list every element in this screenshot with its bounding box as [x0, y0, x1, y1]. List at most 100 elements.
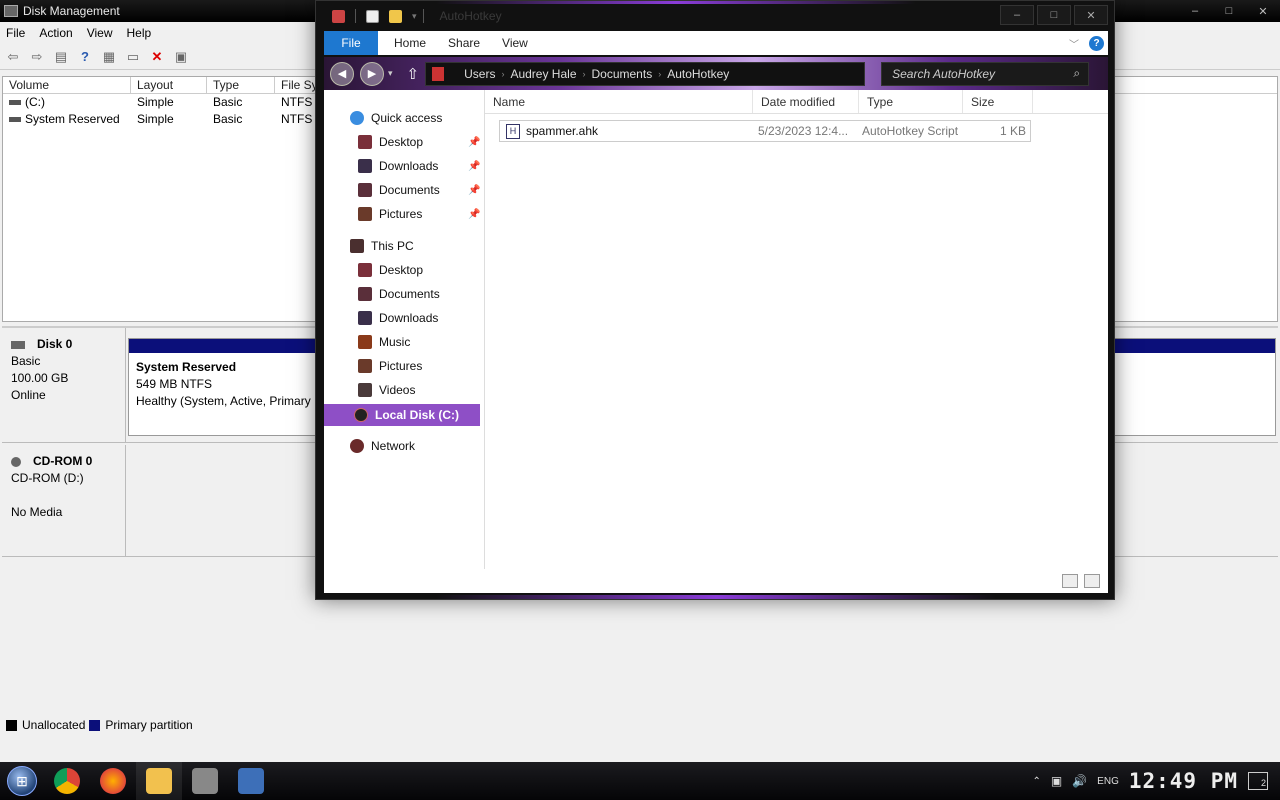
show-hidden-icons[interactable]: ⌃ [1032, 776, 1040, 787]
chevron-right-icon[interactable]: › [583, 69, 586, 79]
status-bar [324, 569, 1108, 593]
music-icon [358, 335, 372, 349]
nav-label: Videos [379, 383, 416, 397]
explorer-window: ▾ AutoHotkey – □ ✕ File Home Share View … [315, 0, 1115, 600]
notification-count: 2 [1260, 778, 1266, 788]
taskbar-app-4[interactable] [182, 762, 228, 800]
up-button[interactable]: ⇧ [407, 65, 420, 83]
back-icon[interactable]: ⇦ [4, 49, 22, 65]
tab-view[interactable]: View [502, 36, 528, 50]
disk-status: Online [11, 388, 46, 402]
expand-ribbon-icon[interactable]: ﹀ [1069, 36, 1079, 51]
close-button[interactable]: ✕ [1074, 5, 1108, 25]
pin-icon[interactable]: 📌 [468, 137, 480, 148]
col-size[interactable]: Size [963, 90, 1033, 113]
search-icon[interactable]: ⌕ [1073, 66, 1080, 81]
nav-pc-videos[interactable]: Videos [358, 380, 415, 400]
nav-label: Pictures [379, 207, 423, 221]
properties-qa-icon[interactable] [366, 9, 379, 23]
downloads-icon [358, 311, 372, 325]
tab-share[interactable]: Share [448, 36, 480, 50]
windows-logo-icon: ⊞ [7, 766, 37, 796]
nav-qa-desktop[interactable]: Desktop 📌 [358, 132, 480, 152]
crumb-user[interactable]: Audrey Hale [510, 67, 576, 81]
nav-pc-music[interactable]: Music [358, 332, 410, 352]
help-icon[interactable]: ? [76, 49, 94, 65]
search-input[interactable]: Search AutoHotkey ⌕ [881, 61, 1090, 86]
minimize-button[interactable]: – [1000, 5, 1034, 25]
col-layout[interactable]: Layout [131, 77, 207, 93]
close-button[interactable]: ✕ [1246, 5, 1280, 18]
delete-icon[interactable]: ✕ [148, 49, 166, 65]
nav-qa-documents[interactable]: Documents 📌 [358, 180, 480, 200]
minimize-button[interactable]: – [1178, 5, 1212, 18]
taskbar-chrome[interactable] [44, 762, 90, 800]
help-icon[interactable]: ? [1089, 35, 1104, 51]
col-type[interactable]: Type [207, 77, 275, 93]
file-name: spammer.ahk [526, 124, 599, 138]
back-button[interactable]: ◀ [330, 61, 354, 86]
col-volume[interactable]: Volume [3, 77, 131, 93]
col-date-modified[interactable]: Date modified [753, 90, 859, 113]
menu-action[interactable]: Action [39, 26, 72, 40]
settings-icon[interactable]: ▣ [172, 49, 190, 65]
file-row[interactable]: H spammer.ahk 5/23/2023 12:4... AutoHotk… [499, 120, 1031, 142]
notification-center-icon[interactable]: 2 [1248, 772, 1268, 790]
connect-icon[interactable]: ▭ [124, 49, 142, 65]
tab-home[interactable]: Home [394, 36, 426, 50]
menu-help[interactable]: Help [127, 26, 152, 40]
nav-pc-desktop[interactable]: Desktop [358, 260, 423, 280]
chevron-right-icon[interactable]: › [501, 69, 504, 79]
installer-icon [192, 768, 218, 794]
start-button[interactable]: ⊞ [0, 762, 44, 800]
cdrom-label[interactable]: CD-ROM 0 CD-ROM (D:) No Media [2, 445, 126, 556]
network-icon [350, 439, 364, 453]
new-folder-qa-icon[interactable] [389, 9, 402, 23]
nav-network[interactable]: Network [350, 436, 415, 456]
language-indicator[interactable]: ENG [1097, 776, 1119, 787]
tab-file[interactable]: File [324, 31, 378, 55]
nav-qa-downloads[interactable]: Downloads 📌 [358, 156, 480, 176]
maximize-button[interactable]: □ [1037, 5, 1071, 25]
maximize-button[interactable]: □ [1212, 5, 1246, 18]
taskbar-firefox[interactable] [90, 762, 136, 800]
menu-file[interactable]: File [6, 26, 25, 40]
console-tree-icon[interactable]: ▤ [52, 49, 70, 65]
nav-label: Downloads [379, 159, 439, 173]
large-icons-view-icon[interactable] [1084, 574, 1100, 588]
pin-icon[interactable]: 📌 [468, 185, 480, 196]
col-type[interactable]: Type [859, 90, 963, 113]
taskbar-explorer[interactable] [136, 762, 182, 800]
nav-qa-pictures[interactable]: Pictures 📌 [358, 204, 480, 224]
address-bar[interactable]: Users › Audrey Hale › Documents › AutoHotke… [425, 61, 866, 86]
crumb-documents[interactable]: Documents [592, 67, 653, 81]
clock[interactable]: 12:49 PM [1129, 769, 1238, 793]
crumb-autohotkey[interactable]: AutoHotkey [667, 67, 729, 81]
recent-locations-icon[interactable]: ▾ [388, 68, 393, 79]
volume-icon[interactable]: 🔊 [1072, 774, 1087, 788]
nav-local-disk[interactable]: Local Disk (C:) [324, 404, 480, 426]
documents-icon [358, 183, 372, 197]
network-tray-icon[interactable]: ▣ [1051, 774, 1062, 788]
drive-icon [354, 408, 368, 422]
nav-pc-documents[interactable]: Documents [358, 284, 440, 304]
nav-quick-access[interactable]: Quick access [350, 108, 442, 128]
menu-view[interactable]: View [87, 26, 113, 40]
crumb-users[interactable]: Users [464, 67, 495, 81]
disk-0-label[interactable]: Disk 0 Basic 100.00 GB Online [2, 328, 126, 442]
taskbar-app-5[interactable] [228, 762, 274, 800]
pin-icon[interactable]: 📌 [468, 161, 480, 172]
forward-icon[interactable]: ⇨ [28, 49, 46, 65]
col-name[interactable]: Name [485, 90, 753, 113]
nav-pc-pictures[interactable]: Pictures [358, 356, 422, 376]
star-icon [350, 111, 364, 125]
details-view-icon[interactable] [1062, 574, 1078, 588]
pin-icon[interactable]: 📌 [468, 209, 480, 220]
nav-this-pc[interactable]: This PC [350, 236, 414, 256]
chevron-right-icon[interactable]: › [658, 69, 661, 79]
forward-button[interactable]: ▶ [360, 61, 384, 86]
customize-qa-icon[interactable]: ▾ [412, 11, 417, 22]
nav-pc-downloads[interactable]: Downloads [358, 308, 438, 328]
properties-icon[interactable]: ▦ [100, 49, 118, 65]
file-date: 5/23/2023 12:4... [758, 124, 849, 138]
